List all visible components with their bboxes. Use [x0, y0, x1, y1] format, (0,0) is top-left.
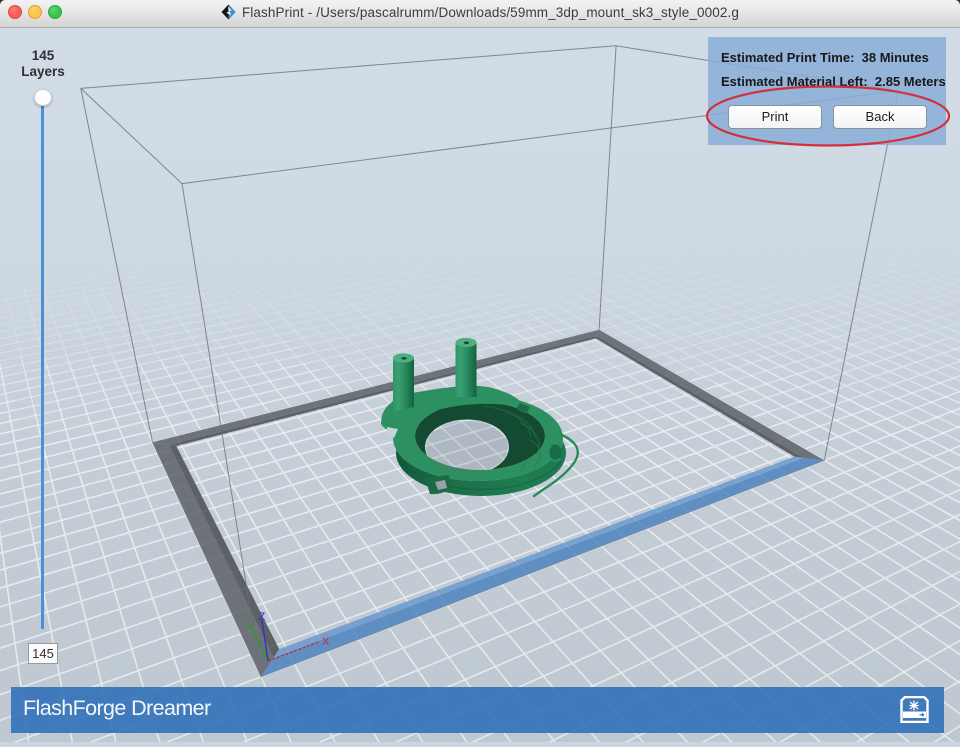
- svg-text:Y: Y: [247, 621, 255, 633]
- svg-text:X: X: [322, 636, 330, 648]
- svg-text:Z: Z: [259, 611, 266, 623]
